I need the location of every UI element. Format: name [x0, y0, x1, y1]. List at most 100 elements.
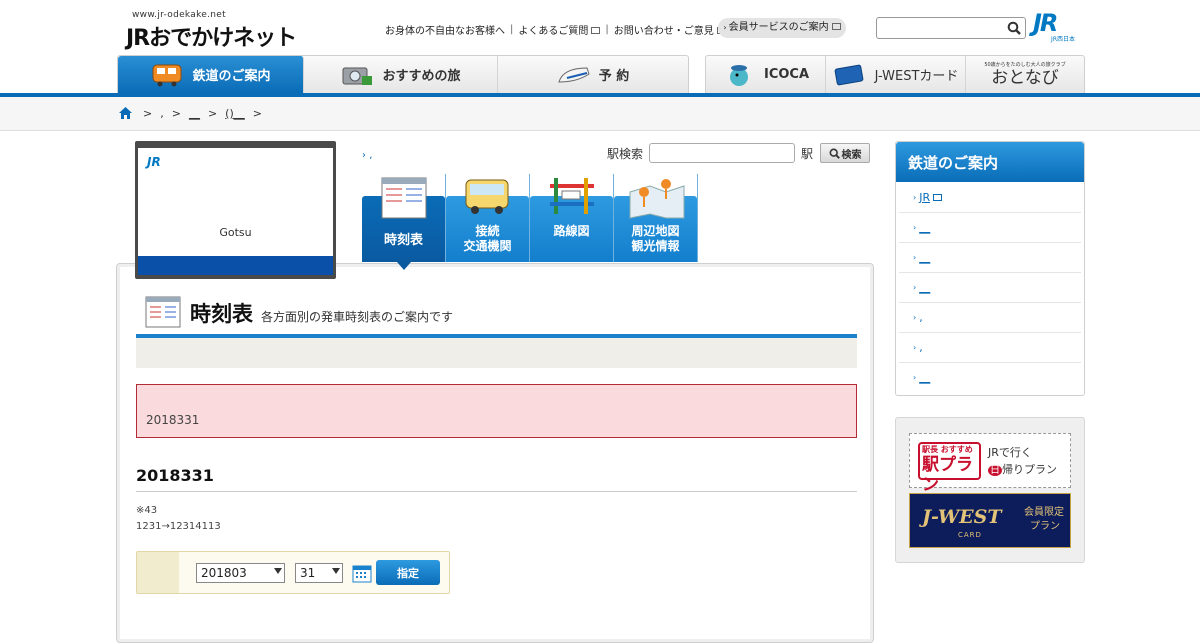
timetable-note: ※43 1231→12314113 [136, 503, 221, 535]
side-menu-item-label: __ [919, 251, 931, 264]
logo-text: JRおでかけネット [126, 26, 297, 51]
direction-band [136, 338, 857, 368]
banner-line: 帰りプラン [1002, 463, 1057, 476]
utility-nav: お身体の不自由なお客様へ | よくあるご質問 | お問い合わせ・ご意見 [385, 19, 726, 39]
site-header: www.jr-odekake.net JRおでかけネット お身体の不自由なお客様… [0, 0, 1200, 97]
station-info-link[interactable]: › , [362, 150, 372, 161]
faq-link-label: よくあるご質問 [518, 25, 589, 37]
train-icon [152, 64, 182, 86]
day-select[interactable]: 31 [295, 562, 343, 583]
divider: | [510, 23, 514, 35]
arrow-icon: › [913, 192, 917, 202]
otonabi-tagline: 50歳からをたのしむ大人の旅クラブ [984, 62, 1066, 68]
alert-notice: 2018331 [136, 384, 857, 438]
member-service-label: 会員サービスのご案内 [728, 22, 829, 33]
nav-railway-guide-label: 鉄道のご案内 [192, 69, 271, 84]
timetable-date-heading: 2018331 [136, 466, 857, 492]
active-tab-pointer [397, 262, 411, 270]
station-search: 駅検索 駅 検索 [607, 143, 871, 163]
contact-link[interactable]: お問い合わせ・ご意見 [614, 22, 726, 37]
nav-otonabi[interactable]: 50歳からをたのしむ大人の旅クラブ おとなび [966, 56, 1084, 93]
nav-reservation[interactable]: 予 約 [498, 56, 688, 93]
jr-logo-mark: JR [1033, 9, 1058, 37]
note-line: 1231→12314113 [136, 521, 221, 532]
page-title: 時刻表 [190, 302, 253, 326]
station-search-input[interactable] [649, 143, 796, 163]
arrow-icon: › [913, 343, 917, 352]
nav-jwest-card[interactable]: J-WESTカード [826, 56, 966, 93]
nav-recommended-trips-label: おすすめの旅 [382, 69, 461, 84]
arrow-icon: › [723, 23, 727, 32]
route-map-icon [550, 178, 594, 214]
day-trip-plan-text: JRで行く 日帰りプラン [988, 444, 1057, 479]
site-search-input[interactable] [877, 18, 997, 39]
station-search-suffix: 駅 [801, 146, 814, 161]
tab-route-map-label: 路線図 [553, 224, 590, 238]
station-name: Gotsu [219, 226, 252, 239]
breadcrumb: > , > __ > ()__ > [0, 97, 1200, 131]
faq-link[interactable]: よくあるご質問 [518, 22, 601, 37]
site-logo[interactable]: www.jr-odekake.net JRおでかけネット [126, 10, 311, 51]
side-menu-item[interactable]: ›, [899, 302, 1081, 332]
breadcrumb-separator: > [143, 106, 153, 120]
site-search [876, 17, 1026, 39]
date-submit-button[interactable]: 指定 [376, 560, 440, 585]
home-icon[interactable] [118, 106, 133, 120]
nav-recommended-trips[interactable]: おすすめの旅 [304, 56, 498, 93]
external-link-icon [831, 23, 841, 30]
timetable-heading: 時刻表 各方面別の発車時刻表のご案内です [144, 295, 453, 329]
tab-route-map[interactable]: 路線図 [530, 174, 614, 262]
banner-line: JRで行く [988, 446, 1032, 459]
station-name-board: JR Gotsu [135, 141, 336, 279]
global-nav-main: 鉄道のご案内 おすすめの旅 予 約 [117, 55, 689, 93]
jwest-card-plan-banner[interactable]: J-WEST CARD 会員限定 プラン [909, 493, 1071, 548]
side-menu-item[interactable]: ›, [899, 332, 1081, 362]
shinkansen-icon [558, 66, 590, 83]
nav-icoca[interactable]: ICOCA [706, 56, 826, 93]
contact-link-label: お問い合わせ・ご意見 [613, 25, 714, 37]
map-pin-icon [629, 179, 685, 219]
tab-timetable[interactable]: 時刻表 [362, 174, 446, 270]
nav-reservation-label: 予 約 [598, 69, 630, 84]
banner-circle-char: 日 [988, 465, 1002, 476]
calendar-icon[interactable] [352, 563, 372, 583]
member-service-button[interactable]: › 会員サービスのご案内 [718, 18, 846, 38]
jr-west-corporate-logo[interactable]: JR JR西日本 [1033, 11, 1075, 43]
tab-connecting-transport[interactable]: 接続 交通機関 [446, 174, 530, 262]
station-master-plan-banner[interactable]: 駅長 おすすめ 駅プラン JRで行く 日帰りプラン [909, 433, 1071, 495]
station-search-button[interactable]: 検索 [820, 143, 871, 163]
station-board-jr-logo: JR [147, 155, 161, 169]
external-link-icon [933, 193, 943, 201]
jwest-logo: J-WEST [922, 506, 1002, 528]
arrow-icon: › [913, 253, 917, 262]
timetable-icon [145, 296, 181, 328]
month-select[interactable]: 201803 [196, 562, 285, 583]
members-plan-text: 会員限定 プラン [1024, 506, 1064, 534]
bus-icon [465, 179, 509, 214]
side-menu-item[interactable]: › __ [899, 242, 1081, 272]
breadcrumb-item[interactable]: ()__ [225, 107, 245, 120]
accessibility-link[interactable]: お身体の不自由なお客様へ [385, 22, 505, 37]
nav-railway-guide[interactable]: 鉄道のご案内 [118, 56, 304, 93]
station-info-link-label: , [369, 150, 373, 161]
side-menu-item[interactable]: › __ [899, 272, 1081, 302]
tab-area-map-tourism[interactable]: 周辺地図 観光情報 [614, 174, 698, 262]
breadcrumb-item[interactable]: , [160, 107, 164, 120]
search-icon[interactable] [1007, 21, 1021, 35]
nav-icoca-label: ICOCA [763, 67, 810, 82]
breadcrumb-item[interactable]: __ [189, 107, 200, 120]
ekiplan-small-text: 駅長 おすすめ [922, 445, 973, 454]
camera-icon [342, 67, 373, 85]
side-menu-item-label: __ [919, 371, 931, 384]
breadcrumb-separator: > [207, 106, 218, 120]
tab-connecting-transport-label: 接続 交通機関 [463, 224, 512, 253]
alert-notice-text: 2018331 [146, 413, 200, 427]
side-menu-item[interactable]: › JR [899, 182, 1081, 212]
dropdown-arrow-icon [332, 567, 340, 574]
side-menu-item[interactable]: › __ [899, 212, 1081, 242]
arrow-icon: › [913, 373, 917, 382]
dropdown-arrow-icon [274, 567, 282, 574]
timetable-icon [381, 177, 427, 219]
date-selector-label-cell [137, 552, 179, 593]
side-menu-item[interactable]: › __ [899, 362, 1081, 392]
